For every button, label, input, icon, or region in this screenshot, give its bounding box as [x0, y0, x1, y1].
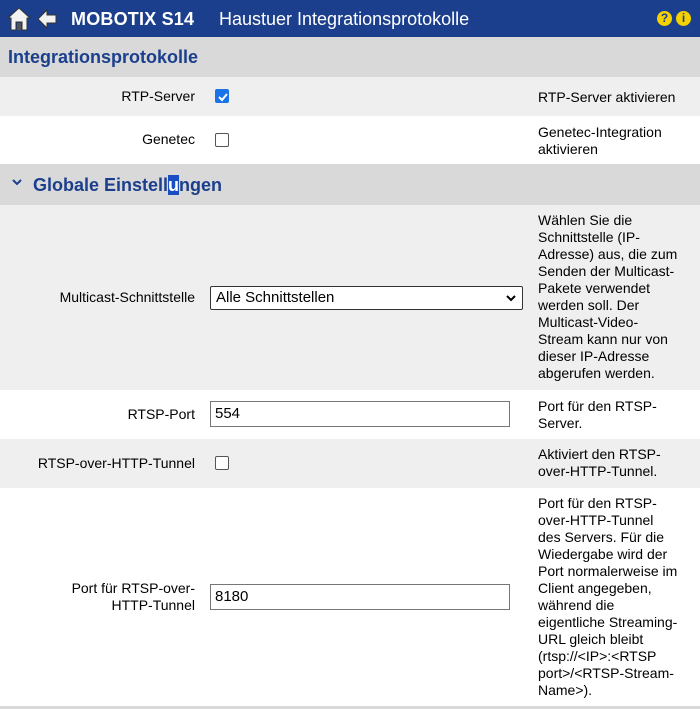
select-value: Alle Schnittstellen: [216, 289, 335, 306]
tunnel-port-input[interactable]: 8180: [210, 584, 510, 610]
chevron-down-icon[interactable]: [12, 179, 22, 187]
row-multicast: Multicast-Schnittstelle Alle Schnittstel…: [0, 205, 700, 390]
section-header-global[interactable]: Globale Einstellungen: [0, 164, 700, 205]
title-bar: MOBOTIX S14 Haustuer Integrationsprotoko…: [0, 0, 700, 37]
tunnel-port-desc: Port für den RTSP-over-HTTP-Tunnel des Se…: [538, 495, 678, 698]
rtsp-port-label: RTSP-Port: [127, 406, 195, 422]
brand-name: MOBOTIX S14: [71, 9, 195, 29]
row-rtsp-port: RTSP-Port 554 Port für den RTSP- Server.: [0, 390, 700, 439]
multicast-desc: Wählen Sie die Schnittstelle (IP- Adresse)…: [538, 212, 678, 381]
page-title: Haustuer Integrationsprotokolle: [219, 9, 470, 29]
info-icon[interactable]: i: [676, 11, 691, 26]
section-title: Globale Einstellungen: [33, 175, 223, 195]
rtp-server-label: RTP-Server: [121, 88, 195, 104]
rtsp-http-tunnel-checkbox[interactable]: [215, 456, 229, 470]
rtp-server-checkbox[interactable]: [215, 89, 229, 103]
row-rtp-server: RTP-Server RTP-Server aktivieren: [0, 77, 700, 116]
rtsp-port-input[interactable]: 554: [210, 401, 510, 427]
help-icon[interactable]: ?: [657, 11, 672, 26]
genetec-label: Genetec: [142, 131, 195, 147]
home-icon[interactable]: [6, 6, 32, 32]
section-title: Integrationsprotokolle: [8, 47, 199, 67]
rtsp-port-desc: Port für den RTSP- Server.: [538, 398, 657, 431]
multicast-interface-select[interactable]: Alle Schnittstellen: [210, 286, 523, 310]
back-arrow-icon[interactable]: [36, 8, 58, 30]
row-genetec: Genetec Genetec-Integration aktivieren: [0, 116, 700, 164]
rtp-server-desc: RTP-Server aktivieren: [538, 89, 676, 105]
tunnel-port-label: Port für RTSP-over- HTTP-Tunnel: [71, 580, 195, 613]
text-cursor-highlight: u: [168, 175, 180, 195]
chevron-down-icon: [506, 295, 516, 302]
rtsp-http-tunnel-desc: Aktiviert den RTSP-over-HTTP-Tunnel.: [538, 446, 661, 479]
genetec-desc: Genetec-Integration aktivieren: [538, 124, 662, 157]
section-header-integration: Integrationsprotokolle: [0, 37, 700, 77]
checkmark-icon: [218, 93, 228, 102]
genetec-checkbox[interactable]: [215, 133, 229, 147]
rtsp-http-tunnel-label: RTSP-over-HTTP-Tunnel: [37, 455, 195, 471]
row-tunnel-port: Port für RTSP-over- HTTP-Tunnel 8180 Por…: [0, 488, 700, 706]
row-rtsp-http-tunnel: RTSP-over-HTTP-Tunnel Aktiviert den RTSP…: [0, 439, 700, 488]
multicast-label: Multicast-Schnittstelle: [59, 289, 195, 305]
